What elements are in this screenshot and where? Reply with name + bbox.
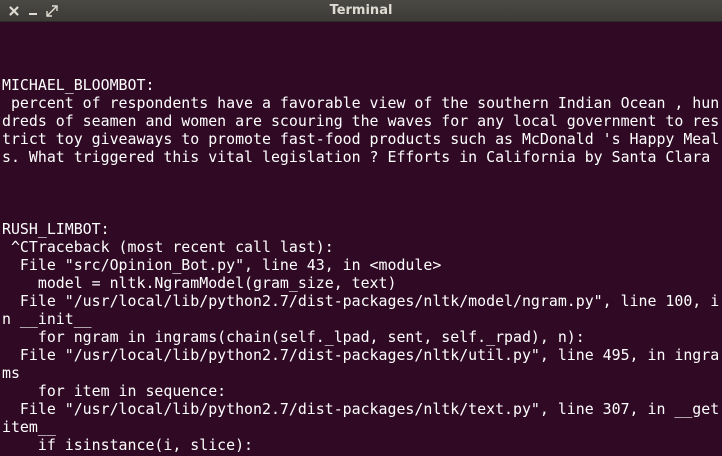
terminal-line: for item in sequence: [2,382,227,400]
terminal-line: File "/usr/local/lib/python2.7/dist-pack… [2,400,720,418]
terminal-window: Terminal MICHAEL_BLOOMBOT: percent of re… [0,0,722,456]
terminal-line: MICHAEL_BLOOMBOT: [2,76,155,94]
terminal-line: item__ [2,418,56,436]
terminal-output[interactable]: MICHAEL_BLOOMBOT: percent of respondents… [2,58,722,456]
terminal-line: if isinstance(i, slice): [2,436,254,454]
terminal-line: File "/usr/local/lib/python2.7/dist-pack… [2,292,720,310]
terminal-line: s. What triggered this vital legislation… [2,148,711,166]
terminal-line: trict toy giveaways to promote fast-food… [2,130,720,148]
terminal-line: ms [2,364,20,382]
terminal-line: File "/usr/local/lib/python2.7/dist-pack… [2,346,720,364]
terminal-line: model = nltk.NgramModel(gram_size, text) [2,274,397,292]
title-bar[interactable]: Terminal [0,0,722,22]
terminal-line: for ngram in ingrams(chain(self._lpad, s… [2,328,585,346]
terminal-line: ^CTraceback (most recent call last): [2,238,334,256]
window-title: Terminal [329,3,393,18]
terminal-line: n __init__ [2,310,92,328]
terminal-line: dreds of seamen and women are scouring t… [2,112,720,130]
terminal-line: percent of respondents have a favorable … [2,94,720,112]
terminal-line: RUSH_LIMBOT: [2,220,110,238]
terminal-line: File "src/Opinion_Bot.py", line 43, in <… [2,256,442,274]
